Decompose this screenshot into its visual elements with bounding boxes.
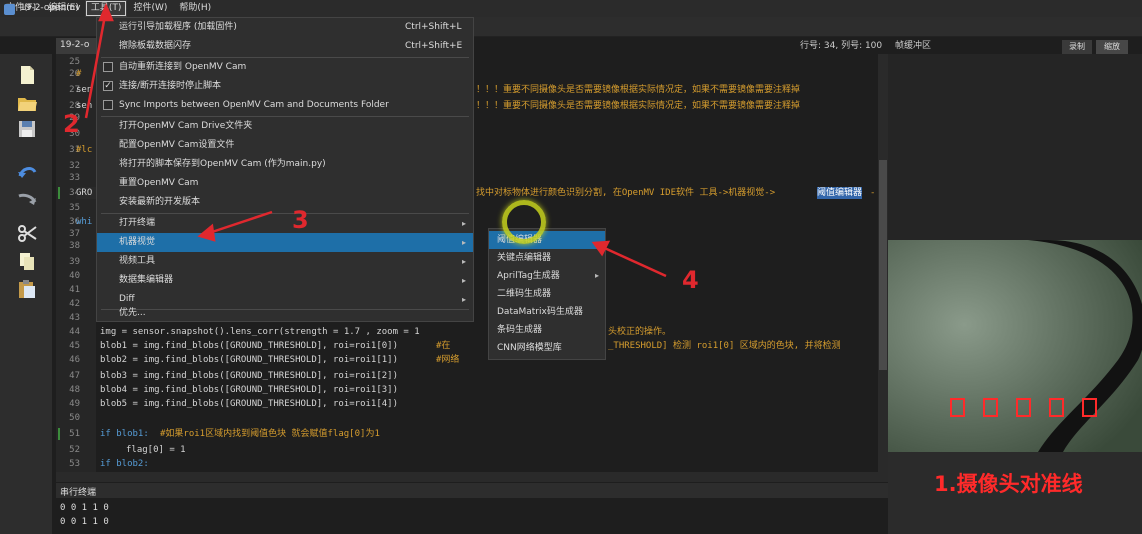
annotation-arrow-2 bbox=[84, 9, 108, 119]
annotation-number-4: 4 bbox=[682, 266, 699, 294]
annotation-number-2: 2 bbox=[63, 110, 80, 138]
annotation-arrow-3 bbox=[205, 210, 273, 236]
annotation-arrows bbox=[84, 2, 667, 278]
annotation-number-3: 3 bbox=[292, 206, 309, 234]
annotation-arrow-4 bbox=[599, 244, 667, 278]
